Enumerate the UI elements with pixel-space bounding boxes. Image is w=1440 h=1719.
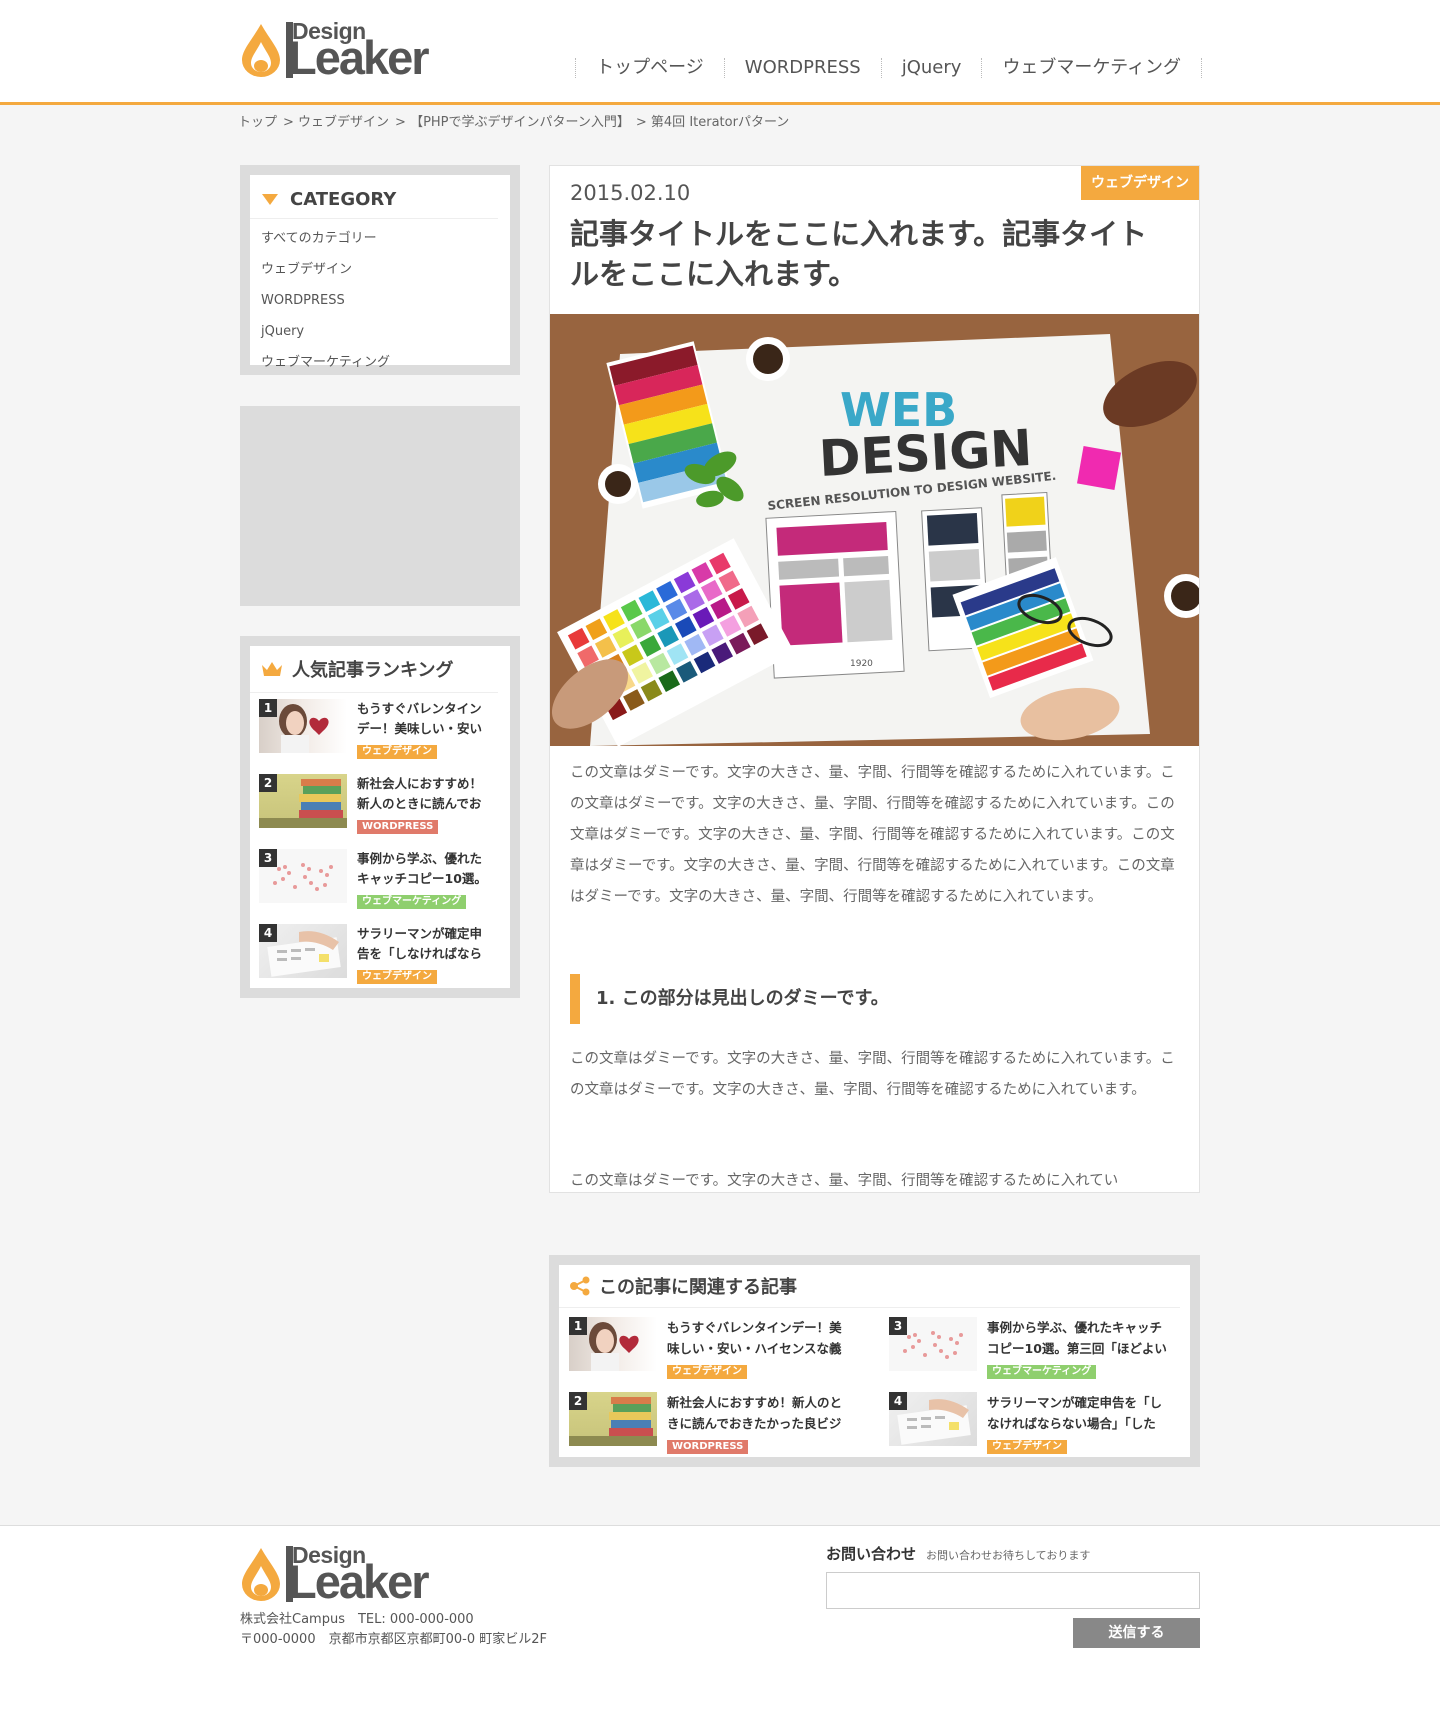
article-category-tag[interactable]: ウェブデザイン xyxy=(1081,166,1199,200)
ranking-title-text[interactable]: もうすぐバレンタインデー！美味しい・安い xyxy=(357,699,489,739)
ranking-title-text[interactable]: サラリーマンが確定申告を「しなければなら xyxy=(357,924,489,964)
drop-logo-icon xyxy=(240,22,282,78)
breadcrumb-home[interactable]: トップ xyxy=(238,111,277,130)
ranking-thumbnail: 4 xyxy=(259,924,347,978)
article-paragraph: この文章はダミーです。文字の大きさ、量、字間、行間等を確認するために入れています… xyxy=(570,1051,1175,1098)
related-title: この記事に関連する記事 xyxy=(599,1277,797,1298)
related-title-text[interactable]: 事例から学ぶ、優れたキャッチコピー10選。第三回「ほどよい xyxy=(987,1317,1173,1359)
category-tag[interactable]: ウェブデザイン xyxy=(987,1440,1067,1454)
category-tag[interactable]: ウェブマーケティング xyxy=(357,895,467,909)
category-tag[interactable]: ウェブデザイン xyxy=(357,745,437,759)
company-phone: 株式会社Campus TEL: 000-000-000 xyxy=(240,1612,474,1627)
ranking-title-text[interactable]: 新社会人におすすめ！新人のときに読んでお xyxy=(357,774,489,814)
ranking-title-text[interactable]: 事例から学ぶ、優れたキャッチコピー10選。 xyxy=(357,849,489,889)
related-number: 4 xyxy=(889,1392,907,1410)
related-item[interactable]: 4 サラリーマンが確定申告を「しなければならない場合」「した ウェブデザイン xyxy=(889,1392,1173,1454)
category-title: CATEGORY xyxy=(290,189,397,210)
category-all[interactable]: すべてのカテゴリー xyxy=(261,223,510,254)
crown-icon xyxy=(262,662,282,676)
rank-number: 1 xyxy=(259,699,277,717)
nav-jquery[interactable]: jQuery xyxy=(880,58,982,78)
article-paragraph: この文章はダミーです。文字の大きさ、量、字間、行間等を確認するために入れてい xyxy=(570,1173,1119,1189)
footer-logo[interactable]: Design Leaker xyxy=(240,1542,458,1608)
category-tag[interactable]: WORDPRESS xyxy=(667,1440,749,1454)
company-address: 〒000-0000 京都市京都区京都町00-0 町家ビル2F xyxy=(240,1632,547,1647)
related-title-text[interactable]: サラリーマンが確定申告を「しなければならない場合」「した xyxy=(987,1392,1173,1434)
article-title: 記事タイトルをここに入れます。記事タイトルをここに入れます。 xyxy=(570,217,1148,291)
contact-input[interactable] xyxy=(826,1572,1200,1609)
related-item[interactable]: 2 新社会人におすすめ！新人のときに読んでおきたかった良ビジ WORDPRESS xyxy=(569,1392,853,1454)
related-number: 3 xyxy=(889,1317,907,1335)
category-jquery[interactable]: jQuery xyxy=(261,316,510,347)
category-wordpress[interactable]: WORDPRESS xyxy=(261,285,510,316)
nav-marketing[interactable]: ウェブマーケティング xyxy=(981,58,1201,78)
ad-placeholder xyxy=(240,406,520,606)
related-thumbnail: 4 xyxy=(889,1392,977,1446)
logo-leaker-text: Leaker xyxy=(288,1555,430,1608)
ranking-thumbnail: 3 xyxy=(259,849,347,903)
ranking-title: 人気記事ランキング xyxy=(292,660,454,681)
site-footer: Design Leaker 株式会社Campus TEL: 000-000-00… xyxy=(0,1525,1440,1719)
main-nav: トップページ WORDPRESS jQuery ウェブマーケティング xyxy=(575,58,1202,78)
related-number: 1 xyxy=(569,1317,587,1335)
breadcrumb-current: > 第4回 Iteratorパターン xyxy=(635,115,790,130)
related-item[interactable]: 1 もうすぐバレンタインデー！美味しい・安い・ハイセンスな義 ウェブデザイン xyxy=(569,1317,853,1379)
related-title-text[interactable]: 新社会人におすすめ！新人のときに読んでおきたかった良ビジ xyxy=(667,1392,853,1434)
breadcrumb-webdesign[interactable]: > ウェブデザイン xyxy=(283,111,389,130)
category-marketing[interactable]: ウェブマーケティング xyxy=(261,347,510,378)
related-title-text[interactable]: もうすぐバレンタインデー！美味しい・安い・ハイセンスな義 xyxy=(667,1317,853,1359)
site-logo[interactable]: Design Leaker xyxy=(240,18,458,84)
related-articles: この記事に関連する記事 1 もうすぐバレンタインデー！美味しい・安い・ハイセンス… xyxy=(549,1255,1200,1467)
contact-heading: お問い合わせ お問い合わせお待ちしております xyxy=(826,1543,1090,1564)
related-thumbnail: 3 xyxy=(889,1317,977,1371)
article-hero-image: WEB DESIGN SCREEN RESOLUTION TO DESIGN W… xyxy=(550,314,1199,746)
hero-width-label: 1920 xyxy=(850,659,873,669)
ranking-item[interactable]: 2 新社会人におすすめ！新人のときに読んでお WORDPRESS xyxy=(259,774,510,849)
breadcrumb-series[interactable]: > 【PHPで学ぶデザインパターン入門】 xyxy=(395,111,630,130)
category-tag[interactable]: ウェブデザイン xyxy=(667,1365,747,1379)
site-header: Design Leaker トップページ WORDPRESS jQuery ウェ… xyxy=(0,0,1440,105)
category-widget: CATEGORY すべてのカテゴリー ウェブデザイン WORDPRESS jQu… xyxy=(240,165,520,375)
article-date: 2015.02.10 xyxy=(570,181,691,205)
related-thumbnail: 2 xyxy=(569,1392,657,1446)
contact-subtitle: お問い合わせお待ちしております xyxy=(926,1549,1091,1562)
triangle-down-icon xyxy=(262,194,278,205)
rank-number: 2 xyxy=(259,774,277,792)
breadcrumb: トップ > ウェブデザイン > 【PHPで学ぶデザインパターン入門】 > 第4回… xyxy=(238,111,789,130)
send-button[interactable]: 送信する xyxy=(1073,1618,1200,1648)
ranking-item[interactable]: 3 事例から学ぶ、優れたキャッチコピー10選。 ウェブマーケティング xyxy=(259,849,510,924)
ranking-widget: 人気記事ランキング 1 もうすぐバレンタインデー！美味しい・安い ウェブデザイン xyxy=(240,636,520,998)
nav-wordpress[interactable]: WORDPRESS xyxy=(723,58,881,78)
category-tag[interactable]: WORDPRESS xyxy=(357,820,439,834)
article-heading: 1. この部分は見出しのダミーです。 xyxy=(570,974,1180,1024)
logo-leaker-text: Leaker xyxy=(288,31,430,84)
category-tag[interactable]: ウェブデザイン xyxy=(357,970,437,984)
ranking-thumbnail: 1 xyxy=(259,699,347,753)
related-item[interactable]: 3 事例から学ぶ、優れたキャッチコピー10選。第三回「ほどよい ウェブマーケティ… xyxy=(889,1317,1173,1379)
ranking-thumbnail: 2 xyxy=(259,774,347,828)
rank-number: 4 xyxy=(259,924,277,942)
category-webdesign[interactable]: ウェブデザイン xyxy=(261,254,510,285)
share-icon xyxy=(570,1276,590,1296)
rank-number: 3 xyxy=(259,849,277,867)
contact-title: お問い合わせ xyxy=(826,1545,917,1563)
ranking-item[interactable]: 4 サラリーマンが確定申告を「しなければなら ウェブデザイン xyxy=(259,924,510,999)
category-tag[interactable]: ウェブマーケティング xyxy=(987,1365,1097,1379)
article: ウェブデザイン 2015.02.10 記事タイトルをここに入れます。記事タイトル… xyxy=(549,165,1200,1193)
drop-logo-icon xyxy=(240,1546,282,1602)
nav-top[interactable]: トップページ xyxy=(575,58,724,78)
article-paragraph: この文章はダミーです。文字の大きさ、量、字間、行間等を確認するために入れています… xyxy=(570,765,1175,905)
company-info: 株式会社Campus TEL: 000-000-000 〒000-0000 京都… xyxy=(240,1610,547,1650)
related-number: 2 xyxy=(569,1392,587,1410)
related-thumbnail: 1 xyxy=(569,1317,657,1371)
ranking-item[interactable]: 1 もうすぐバレンタインデー！美味しい・安い ウェブデザイン xyxy=(259,699,510,774)
